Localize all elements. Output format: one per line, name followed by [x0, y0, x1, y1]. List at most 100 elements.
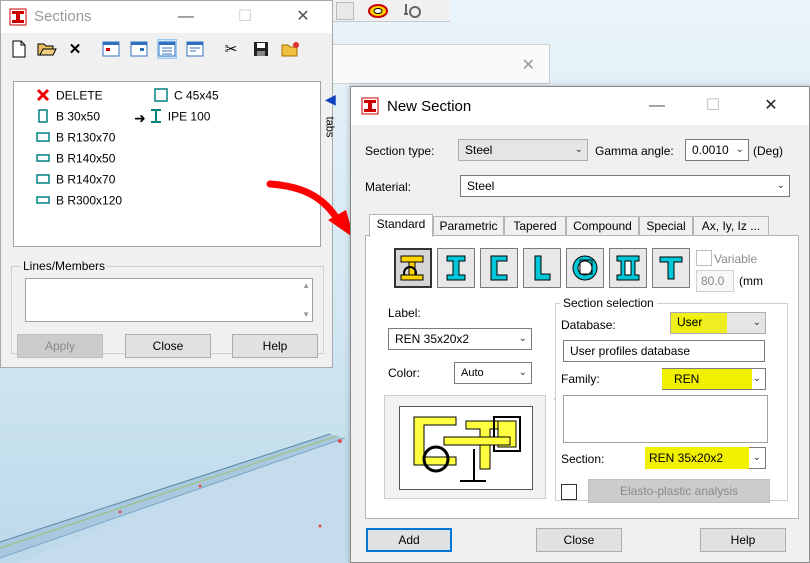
double-i-shape-icon [616, 255, 640, 281]
tabs-label: tabs [323, 116, 336, 138]
i-shape-button[interactable] [437, 248, 475, 288]
database-value-text: User [677, 315, 703, 329]
c-shape-button[interactable] [480, 248, 518, 288]
tab-special[interactable]: Special [639, 216, 693, 236]
list-item[interactable]: B R140x70 [36, 172, 115, 189]
close-icon[interactable]: ✕ [293, 7, 313, 27]
ring-section-icon[interactable] [366, 2, 390, 20]
new-section-title: New Section [387, 98, 472, 115]
section-selection-title: Section selection [560, 296, 657, 310]
delete-icon[interactable]: ✕ [65, 39, 85, 59]
tube-shape-icon [572, 255, 598, 281]
angle-shape-icon [534, 255, 551, 281]
tab-properties[interactable]: Ax, Iy, Iz ... [693, 216, 769, 236]
spring-support-icon[interactable] [400, 2, 424, 20]
i-beam-icon [150, 109, 162, 126]
rect-wide-icon [36, 193, 50, 210]
open-icon[interactable] [37, 39, 57, 59]
color-select[interactable]: Auto ⌄ [454, 362, 532, 384]
list-item[interactable]: B R300x120 [36, 193, 122, 210]
family-label: Family: [561, 372, 600, 386]
chevron-down-icon: ⌄ [574, 144, 583, 155]
square-icon [154, 88, 168, 105]
list-item[interactable]: B R140x50 [36, 151, 115, 168]
section-type-select[interactable]: Steel ⌄ [458, 139, 588, 161]
list-item[interactable]: DELETE [36, 88, 103, 105]
rect-tall-icon [36, 109, 50, 126]
angle-shape-button[interactable] [523, 248, 561, 288]
sections-titlebar[interactable]: Sections — ☐ ✕ [1, 1, 332, 33]
compound-shape-button[interactable] [394, 248, 432, 288]
rect-wide-icon [36, 172, 50, 189]
save-icon[interactable] [251, 39, 271, 59]
help-button[interactable]: Help [700, 528, 786, 552]
section-label: Section: [561, 452, 605, 466]
gamma-unit: (Deg) [753, 144, 784, 158]
tube-shape-button[interactable] [566, 248, 604, 288]
scroll-down-icon[interactable]: ▼ [302, 310, 310, 319]
maximize-icon[interactable]: ☐ [235, 7, 255, 27]
variable-checkbox[interactable] [696, 250, 712, 266]
view3-icon[interactable] [157, 39, 177, 59]
list-item-current[interactable]: ➜ IPE 100 [134, 109, 210, 126]
new-section-titlebar[interactable]: New Section — ☐ ✕ [351, 87, 809, 125]
section-preview [399, 406, 533, 490]
sections-toolbar: ✕ ✂ [9, 37, 309, 63]
tab-compound[interactable]: Compound [566, 216, 639, 236]
gamma-angle-label: Gamma angle: [595, 144, 674, 158]
view2-icon[interactable] [129, 39, 149, 59]
elasto-plastic-button[interactable]: Elasto-plastic analysis [588, 479, 770, 503]
red-x-icon [36, 88, 50, 105]
database-description: User profiles database [563, 340, 765, 362]
scroll-up-icon[interactable]: ▲ [302, 281, 310, 290]
lines-members-input[interactable]: ▲ ▼ [25, 278, 313, 322]
tabs-side-strip[interactable]: ◀ tabs [323, 87, 341, 147]
chevron-down-icon: ⌄ [518, 367, 527, 378]
minimize-icon[interactable]: — [176, 7, 196, 27]
gamma-angle-input[interactable]: 0.0010 ⌄ [685, 139, 749, 161]
add-button[interactable]: Add [366, 528, 452, 552]
rect-wide-icon [36, 130, 50, 147]
maximize-icon[interactable]: ☐ [703, 96, 723, 116]
elasto-plastic-checkbox[interactable] [561, 484, 577, 500]
close-button[interactable]: Close [536, 528, 622, 552]
c-shape-icon [490, 255, 508, 281]
view1-icon[interactable] [101, 39, 121, 59]
label-label: Label: [388, 306, 421, 320]
section-value-text: REN 35x20x2 [649, 451, 724, 465]
tee-shape-button[interactable] [652, 248, 690, 288]
list-item[interactable]: B 30x50 [36, 109, 100, 126]
material-select[interactable]: Steel ⌄ [460, 175, 790, 197]
tab-tapered[interactable]: Tapered [504, 216, 566, 236]
help-button[interactable]: Help [232, 334, 318, 358]
background-toolbar [330, 0, 450, 22]
family-value-text: REN [674, 372, 700, 386]
list-item[interactable]: B R130x70 [36, 130, 115, 147]
tab-parametric[interactable]: Parametric [433, 216, 504, 236]
rect-wide-icon [36, 151, 50, 168]
list-item[interactable]: C 45x45 [154, 88, 219, 105]
label-select[interactable]: REN 35x20x2 ⌄ [388, 328, 532, 350]
model-floor-grid [0, 433, 360, 563]
close-button[interactable]: Close [125, 334, 211, 358]
close-icon[interactable]: ✕ [761, 96, 781, 116]
variable-input[interactable]: 80.0 [696, 270, 734, 292]
double-i-shape-button[interactable] [609, 248, 647, 288]
new-section-dialog: New Section — ☐ ✕ Section type: Steel ⌄ G… [350, 86, 810, 563]
family-list[interactable] [563, 395, 768, 443]
apply-button[interactable]: Apply [17, 334, 103, 358]
new-icon[interactable] [9, 39, 29, 59]
view4-icon[interactable] [185, 39, 205, 59]
robot-section-icon [361, 97, 379, 115]
cut-icon[interactable]: ✂ [221, 39, 241, 59]
chevron-down-icon: ⌄ [518, 333, 527, 344]
database-label: Database: [561, 318, 616, 332]
tab-standard[interactable]: Standard [369, 214, 433, 237]
toolbar-dropdown-icon[interactable] [336, 2, 354, 20]
lines-members-label: Lines/Members [21, 259, 108, 273]
annotation-arrow [266, 180, 354, 238]
section-preview-drawing [413, 416, 521, 482]
i-shape-icon [446, 255, 466, 281]
folder-star-icon[interactable] [281, 39, 301, 59]
minimize-icon[interactable]: — [647, 96, 667, 116]
